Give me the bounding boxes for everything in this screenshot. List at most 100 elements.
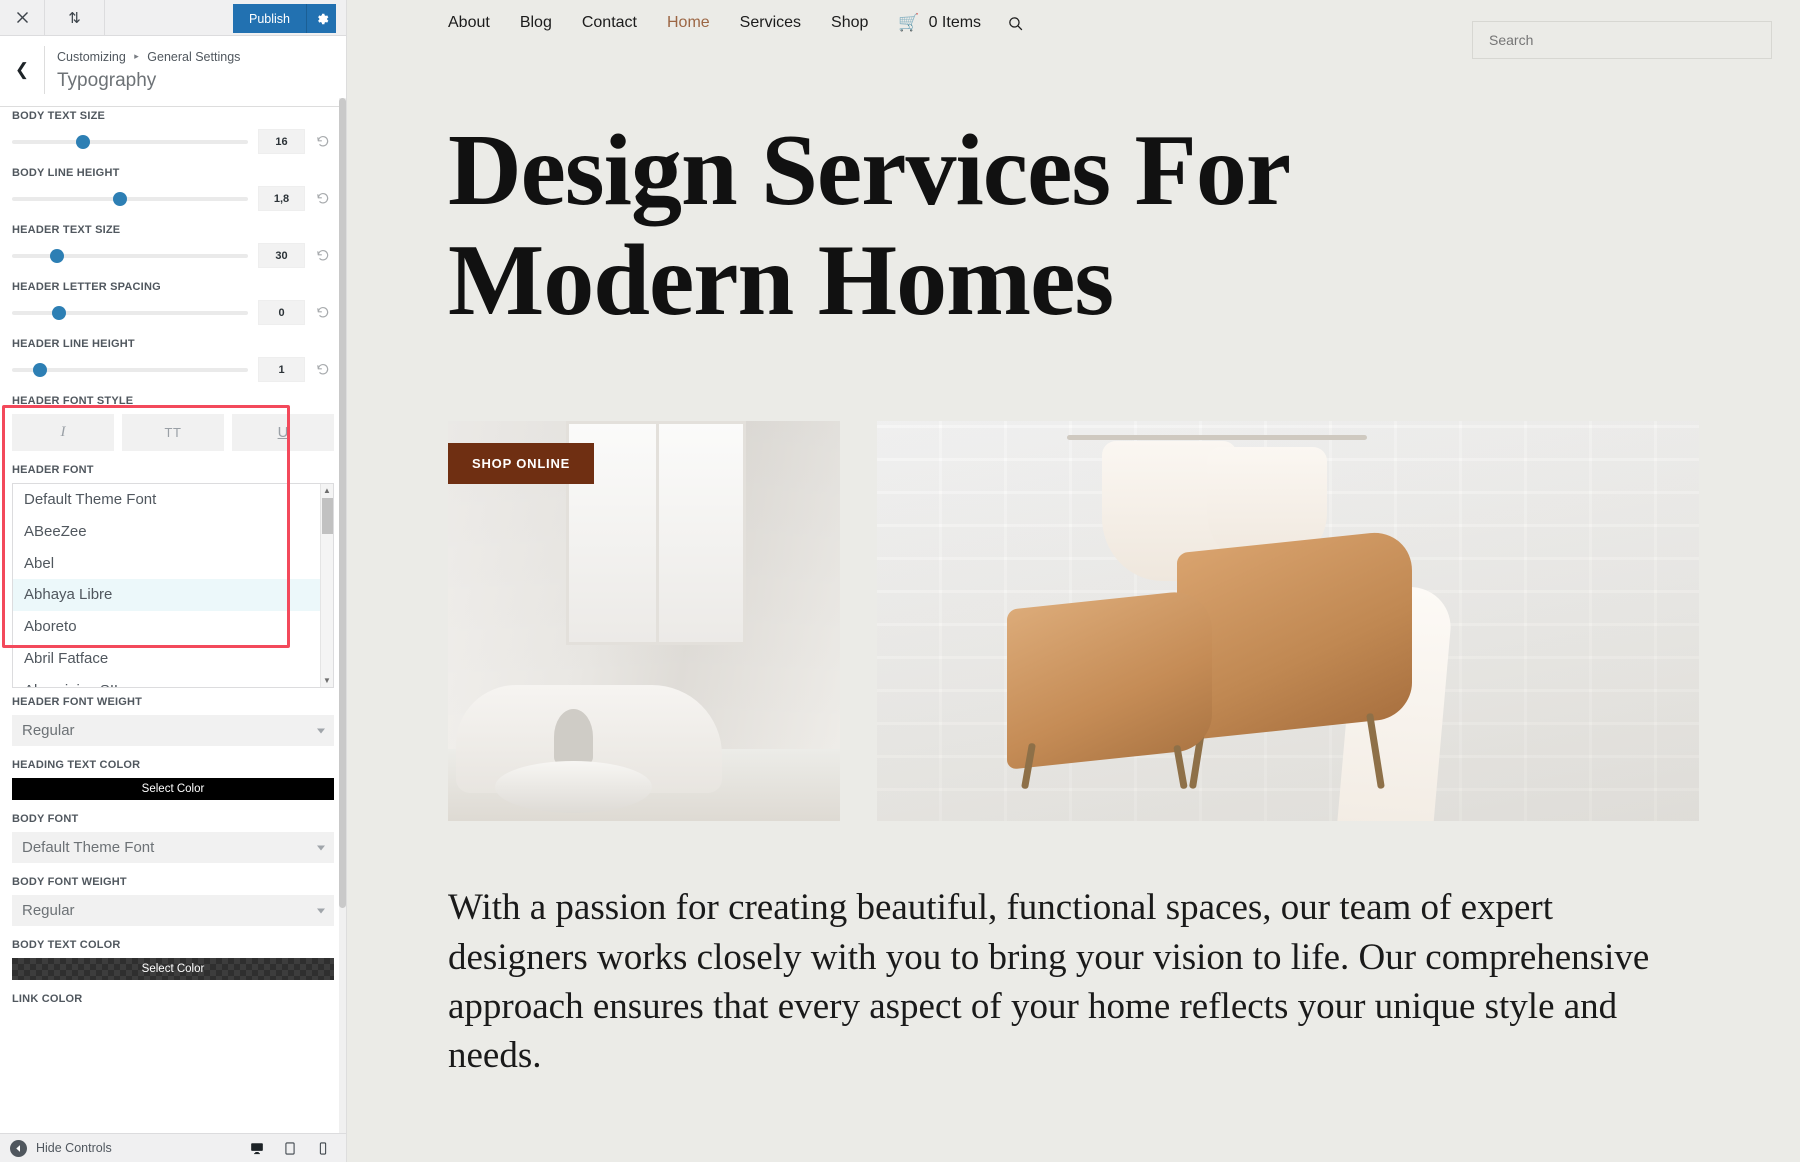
font-option[interactable]: ABeeZee [13,516,320,548]
control-label: BODY TEXT COLOR [12,939,121,951]
breadcrumb: Customizing ▸ General Settings [57,48,240,67]
control-body-line-height: BODY LINE HEIGHT 1,8 [0,167,346,211]
coffee-table-shape [495,761,652,814]
control-header-font-weight: HEADER FONT WEIGHT Regular [0,696,346,746]
control-label: BODY FONT WEIGHT [12,876,127,888]
control-heading-text-color: HEADING TEXT COLOR Select Color [0,759,346,800]
control-body-font: BODY FONT Default Theme Font [0,813,346,863]
lamp-shape [553,709,594,766]
font-option[interactable]: Aboreto [13,611,320,643]
customizer-footer: Hide Controls [0,1133,346,1162]
font-option[interactable]: Default Theme Font [13,484,320,516]
breadcrumb-root[interactable]: Customizing [57,50,126,64]
desktop-icon[interactable] [244,1137,270,1159]
control-label: HEADING TEXT COLOR [12,759,141,771]
panel-title: Typography [57,69,157,91]
scrollbar-thumb[interactable] [339,98,346,908]
header-text-size-value[interactable]: 30 [258,243,305,268]
chevron-left-icon[interactable]: ❮ [0,46,45,94]
control-label: BODY FONT [12,813,79,825]
control-label: HEADER TEXT SIZE [12,224,121,236]
body-text-size-value[interactable]: 16 [258,129,305,154]
nav-item-home[interactable]: Home [667,14,710,32]
cart-link[interactable]: 🛒 0 Items [898,13,981,33]
body-font-weight-select[interactable]: Regular [12,895,334,926]
control-header-text-size: HEADER TEXT SIZE 30 [0,224,346,268]
breadcrumb-section[interactable]: General Settings [147,50,240,64]
control-label: HEADER FONT STYLE [12,395,134,407]
mobile-icon[interactable] [310,1137,336,1159]
font-option-selected[interactable]: Abhaya Libre [13,579,320,611]
control-header-font: HEADER FONT Default Theme Font ABeeZee A… [0,464,346,688]
reset-arrow-icon[interactable] [312,363,334,377]
body-text-color-button[interactable]: Select Color [12,958,334,980]
control-body-text-size: BODY TEXT SIZE 16 [0,110,346,154]
control-header-line-height: HEADER LINE HEIGHT 1 [0,338,346,382]
header-line-height-value[interactable]: 1 [258,357,305,382]
breadcrumb-separator: ▸ [134,51,139,61]
body-line-height-value[interactable]: 1,8 [258,186,305,211]
image-gallery: SHOP ONLINE [448,421,1800,822]
hide-controls-label: Hide Controls [36,1141,112,1155]
reset-arrow-icon[interactable] [312,249,334,263]
tablet-icon[interactable] [277,1137,303,1159]
site-search-box[interactable] [1472,21,1772,59]
nav-item-shop[interactable]: Shop [831,14,868,32]
site-navigation: About Blog Contact Home Services Shop 🛒 … [348,0,1800,59]
control-body-font-weight: BODY FONT WEIGHT Regular [0,876,346,926]
nav-item-contact[interactable]: Contact [582,14,637,32]
scroll-down-arrow-icon[interactable]: ▼ [321,674,333,687]
nav-item-about[interactable]: About [448,14,490,32]
control-label: HEADER LINE HEIGHT [12,338,135,350]
shopping-cart-icon: 🛒 [898,13,920,32]
shop-online-badge[interactable]: SHOP ONLINE [448,443,595,485]
intro-paragraph: With a passion for creating beautiful, f… [448,887,1650,1076]
font-option[interactable]: Abel [13,548,320,580]
control-label: BODY LINE HEIGHT [12,167,120,179]
customizer-topbar: ⇅ Publish [0,0,346,36]
reset-arrow-icon[interactable] [312,135,334,149]
header-text-size-slider[interactable] [12,247,248,265]
search-icon[interactable] [1007,15,1024,32]
underline-button[interactable]: U [232,414,334,451]
header-letter-spacing-value[interactable]: 0 [258,300,305,325]
body-line-height-slider[interactable] [12,190,248,208]
font-option[interactable]: Abril Fatface [13,643,320,675]
hide-controls-button[interactable]: Hide Controls [10,1139,112,1157]
scrollbar-thumb[interactable] [322,498,333,534]
header-line-height-slider[interactable] [12,361,248,379]
gallery-card-interior[interactable]: SHOP ONLINE [448,421,840,822]
publish-button[interactable]: Publish [233,4,306,33]
font-option[interactable]: Abyssinica SIL [13,675,320,688]
reset-arrow-icon[interactable] [312,192,334,206]
control-link-color: LINK COLOR [0,993,346,1005]
customizer-controls: BODY TEXT SIZE 16 BODY LINE HEIGHT 1,8 H… [0,98,346,1133]
uppercase-button[interactable]: TT [122,414,224,451]
panel-scrollbar[interactable] [339,98,346,1133]
control-header-letter-spacing: HEADER LETTER SPACING 0 [0,281,346,325]
leather-chairs-image [877,421,1699,822]
header-font-listbox[interactable]: Default Theme Font ABeeZee Abel Abhaya L… [12,483,334,688]
italic-button[interactable]: I [12,414,114,451]
search-input[interactable] [1487,31,1757,49]
gear-icon[interactable] [306,4,336,33]
gallery-card-chairs[interactable] [877,421,1699,822]
close-icon[interactable] [0,0,45,35]
nav-item-blog[interactable]: Blog [520,14,552,32]
body-text-size-slider[interactable] [12,133,248,151]
nav-item-services[interactable]: Services [740,14,801,32]
publish-group: Publish [233,4,336,33]
heading-text-color-button[interactable]: Select Color [12,778,334,800]
body-font-select[interactable]: Default Theme Font [12,832,334,863]
scroll-up-arrow-icon[interactable]: ▲ [321,484,333,497]
header-letter-spacing-slider[interactable] [12,304,248,322]
page-title: Design Services For Modern Homes [448,114,1289,338]
reset-arrow-icon[interactable] [312,306,334,320]
control-label: LINK COLOR [12,993,83,1005]
updown-arrows-icon[interactable]: ⇅ [45,0,105,35]
font-list-scrollbar[interactable]: ▲ ▼ [320,484,333,687]
header-font-weight-select[interactable]: Regular [12,715,334,746]
cart-items-count: 0 Items [928,14,982,31]
control-header-font-style: HEADER FONT STYLE I TT U [0,395,346,451]
chevron-left-circle-icon [10,1139,27,1157]
